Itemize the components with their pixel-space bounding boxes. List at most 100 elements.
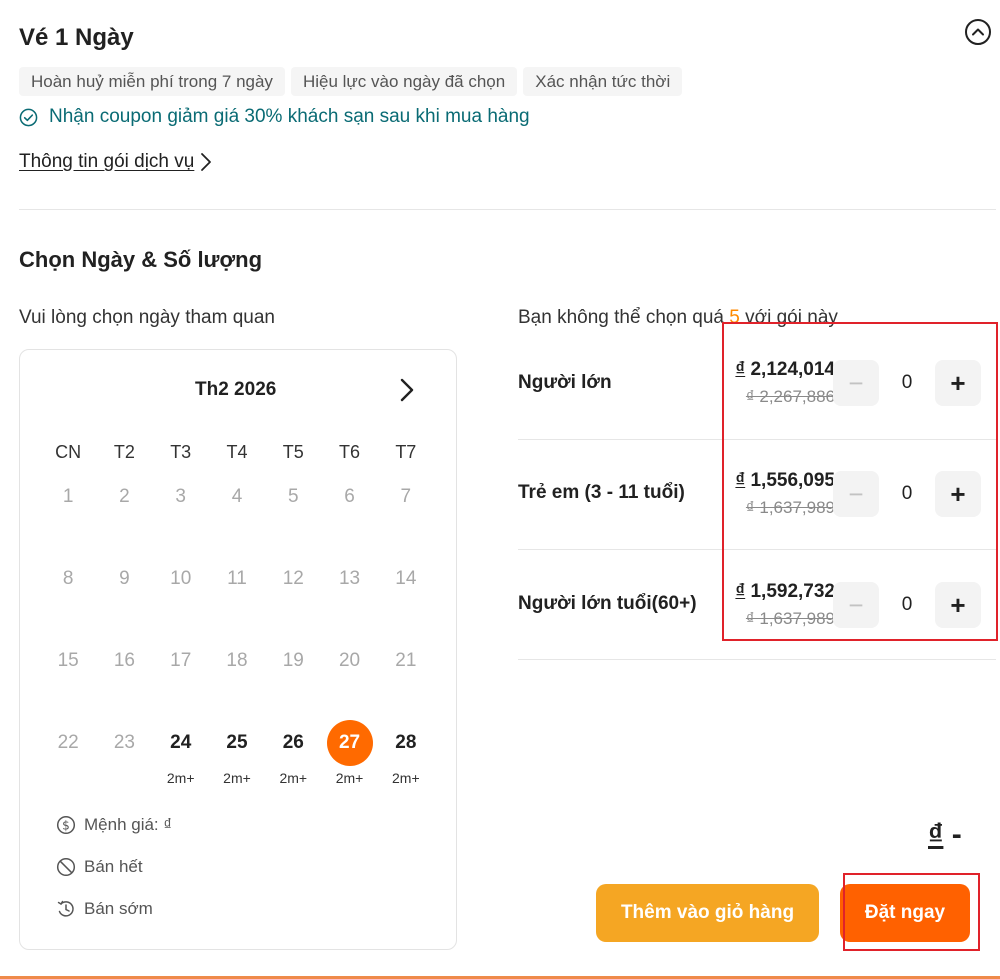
- legend-price-label: Mệnh giá: ₫: [84, 815, 173, 834]
- next-month-chevron-icon[interactable]: [397, 376, 417, 404]
- calendar-grid: CN T2 T3 T4 T5 T6 T7 1 2 3 4 5 6 7 8 9 10 11 12 13 14…: [40, 436, 434, 796]
- calendar-day: 16: [96, 632, 152, 714]
- calendar-day: 5: [265, 468, 321, 550]
- package-info-label[interactable]: Thông tin gói dịch vụ: [19, 151, 194, 173]
- legend-sold-out: Bán hết: [56, 857, 143, 877]
- day-number: 14: [395, 568, 417, 589]
- date-hint: Vui lòng chọn ngày tham quan: [19, 307, 275, 328]
- total-value: -: [951, 818, 962, 851]
- calendar-day[interactable]: 24 2m+: [153, 714, 209, 796]
- calendar-week-row: 15 16 17 18 19 20 21: [40, 632, 434, 714]
- day-sublabel: 2m+: [166, 770, 195, 786]
- calendar-day: 19: [265, 632, 321, 714]
- day-number: 20: [338, 650, 361, 671]
- day-number: 23: [113, 732, 135, 753]
- early-clock-icon: [57, 900, 74, 917]
- highlight-box-quantity: [722, 322, 998, 641]
- day-sublabel: 2m+: [223, 770, 251, 786]
- tag-instant-confirm: Xác nhận tức thời: [523, 67, 683, 96]
- calendar-day-selected[interactable]: 27 2m+: [321, 714, 377, 796]
- ticket-label: Người lớn tuổi(60+): [518, 593, 697, 614]
- ticket-label: Người lớn: [518, 372, 612, 393]
- chevron-right-icon: [201, 153, 212, 171]
- day-number: 7: [400, 486, 412, 507]
- calendar-day: 3: [153, 468, 209, 550]
- weekday-label: T7: [395, 441, 417, 462]
- day-number: 3: [175, 486, 186, 507]
- weekday-label: T4: [226, 441, 248, 462]
- weekday-label: T5: [282, 441, 304, 462]
- chevron-up-icon: [972, 28, 984, 36]
- day-number[interactable]: 25: [214, 720, 260, 766]
- weekday-header: CN T2 T3 T4 T5 T6 T7: [40, 436, 434, 468]
- sold-out-icon: [56, 857, 76, 877]
- calendar-day: 13: [321, 550, 377, 632]
- day-sublabel: 2m+: [335, 770, 364, 786]
- calendar-day[interactable]: 26 2m+: [265, 714, 321, 796]
- section-divider: [19, 209, 996, 210]
- ticket-label: Trẻ em (3 - 11 tuổi): [518, 482, 685, 503]
- day-number[interactable]: 28: [383, 720, 429, 766]
- calendar-day: 22: [40, 714, 96, 796]
- calendar-day: 21: [378, 632, 434, 714]
- add-to-cart-button[interactable]: Thêm vào giỏ hàng: [596, 884, 819, 942]
- calendar-day: 10: [153, 550, 209, 632]
- calendar-day[interactable]: 28 2m+: [378, 714, 434, 796]
- calendar-day: 15: [40, 632, 96, 714]
- day-sublabel: 2m+: [279, 770, 308, 786]
- day-number: 5: [287, 486, 299, 507]
- weekday-label: T3: [170, 441, 192, 462]
- day-number: 2: [119, 486, 130, 507]
- calendar-week-row: 1 2 3 4 5 6 7: [40, 468, 434, 550]
- calendar-day: 23: [96, 714, 152, 796]
- total-currency: ₫: [928, 818, 944, 851]
- calendar-day: 11: [209, 550, 265, 632]
- day-number: 1: [62, 486, 74, 507]
- calendar-day: 6: [321, 468, 377, 550]
- package-title: Vé 1 Ngày: [19, 24, 134, 51]
- calendar-day: 14: [378, 550, 434, 632]
- weekday-label: T2: [113, 441, 135, 462]
- calendar-day: 1: [40, 468, 96, 550]
- day-number: 17: [170, 650, 192, 671]
- day-number: 10: [170, 568, 192, 589]
- legend-price: $ Mệnh giá: ₫: [56, 815, 172, 835]
- day-number: 8: [62, 568, 74, 589]
- day-number[interactable]: 27: [326, 720, 373, 766]
- calendar-weeks: 1 2 3 4 5 6 7 8 9 10 11 12 13 14 15 16 17 18 19 20 21 22 23 24 2…: [40, 468, 434, 796]
- calendar-day: 4: [209, 468, 265, 550]
- tag-free-cancel: Hoàn huỷ miễn phí trong 7 ngày: [19, 67, 285, 96]
- day-number: 9: [119, 568, 130, 589]
- dollar-circle-icon: $: [56, 815, 76, 835]
- collapse-button[interactable]: [965, 19, 991, 45]
- calendar-day[interactable]: 25 2m+: [209, 714, 265, 796]
- package-tags: Hoàn huỷ miễn phí trong 7 ngày Hiệu lực …: [19, 67, 683, 96]
- day-number: 6: [344, 486, 355, 507]
- coupon-notice: Nhận coupon giảm giá 30% khách sạn sau k…: [19, 106, 530, 128]
- day-number: 16: [113, 650, 135, 671]
- qty-hint-prefix: Bạn không thể chọn quá: [518, 307, 725, 328]
- weekday-label: CN: [55, 441, 82, 462]
- day-number: 12: [282, 568, 304, 589]
- day-number: 22: [57, 732, 79, 753]
- day-number[interactable]: 26: [270, 720, 316, 766]
- day-number: 11: [227, 568, 247, 589]
- coupon-text: Nhận coupon giảm giá 30% khách sạn sau k…: [49, 106, 530, 127]
- package-info-link[interactable]: Thông tin gói dịch vụ: [19, 151, 212, 173]
- calendar-day: 20: [321, 632, 377, 714]
- total-price: ₫ -: [928, 818, 962, 852]
- calendar-day: 2: [96, 468, 152, 550]
- day-sublabel: 2m+: [392, 770, 420, 786]
- calendar-day: 7: [378, 468, 434, 550]
- calendar-month-label: Th2 2026: [195, 379, 277, 400]
- weekday-label: T6: [339, 441, 361, 462]
- selection-title: Chọn Ngày & Số lượng: [19, 247, 263, 272]
- legend-sold-out-label: Bán hết: [84, 857, 143, 876]
- calendar-day: 18: [209, 632, 265, 714]
- day-number: 13: [338, 568, 361, 589]
- calendar-day: 8: [40, 550, 96, 632]
- check-circle-icon: [19, 108, 38, 126]
- day-number[interactable]: 24: [158, 720, 204, 766]
- calendar-day: 9: [96, 550, 152, 632]
- day-number: 21: [395, 650, 417, 671]
